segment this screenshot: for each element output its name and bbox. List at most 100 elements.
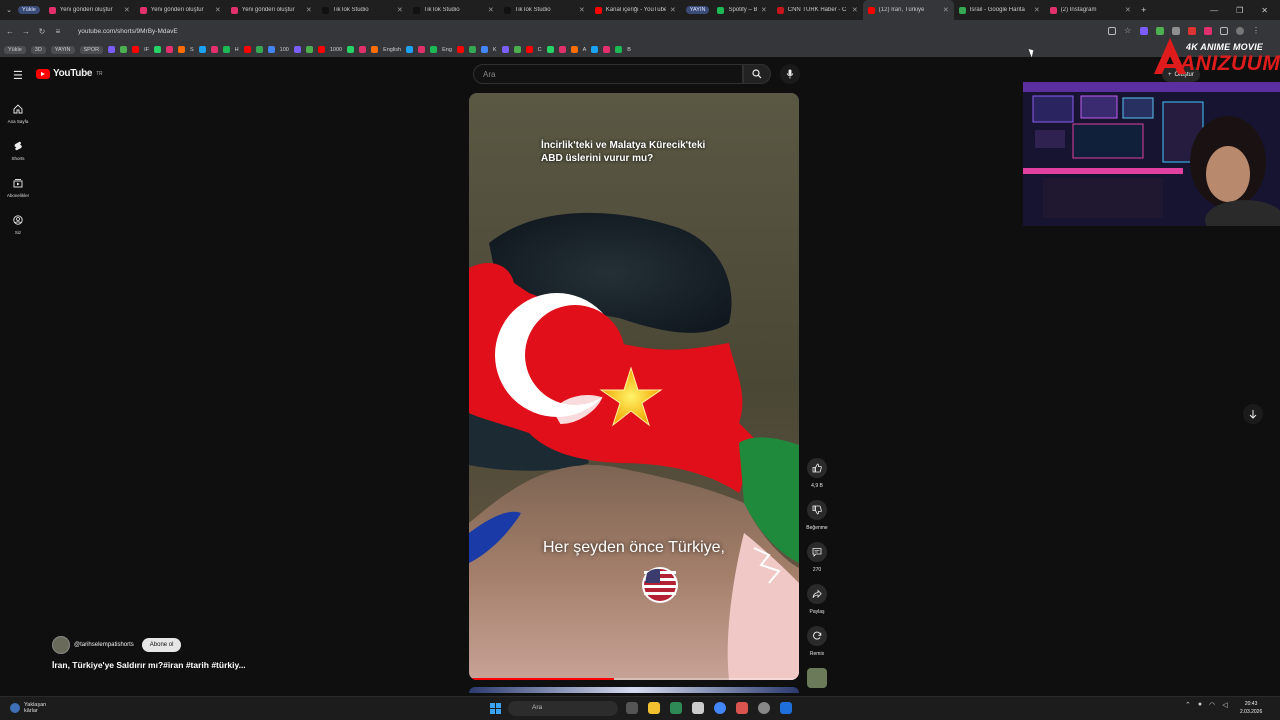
bookmark-item[interactable]: 100 xyxy=(280,47,289,53)
tab-group-pill[interactable]: YAYIN xyxy=(685,6,710,14)
tab-close-icon[interactable]: ✕ xyxy=(579,6,585,14)
taskbar-clock[interactable]: 20:43 2.03.2026 xyxy=(1240,700,1262,716)
guide-menu-icon[interactable]: ☰ xyxy=(13,69,23,82)
bookmark-item[interactable]: IF xyxy=(144,47,149,53)
bookmark-favicon-icon[interactable] xyxy=(546,46,554,53)
bookmark-favicon-icon[interactable] xyxy=(267,46,275,53)
bookmark-item[interactable]: K xyxy=(493,47,497,53)
remix-button[interactable]: Remix xyxy=(803,626,831,657)
bookmark-item[interactable]: A xyxy=(583,47,587,53)
tab-search-icon[interactable]: ⌄ xyxy=(0,0,18,20)
browser-tab[interactable]: Yeni gönderi oluştur ✕ xyxy=(226,0,317,20)
bookmark-item[interactable]: English xyxy=(383,47,401,53)
dislike-button[interactable]: Beğenme xyxy=(803,500,831,531)
bookmark-favicon-icon[interactable] xyxy=(418,46,426,53)
tab-close-icon[interactable]: ✕ xyxy=(1125,6,1131,14)
tab-close-icon[interactable]: ✕ xyxy=(761,6,767,14)
tab-close-icon[interactable]: ✕ xyxy=(670,6,676,14)
tab-group-pill[interactable]: Yükle xyxy=(18,6,40,14)
bookmark-item[interactable]: H xyxy=(235,47,239,53)
bookmark-favicon-icon[interactable] xyxy=(591,46,599,53)
bookmark-favicon-icon[interactable] xyxy=(513,46,521,53)
network-icon[interactable]: ◠ xyxy=(1209,701,1215,709)
sound-thumbnail[interactable] xyxy=(807,668,827,688)
task-view-icon[interactable] xyxy=(626,702,638,714)
bookmark-favicon-icon[interactable] xyxy=(255,46,263,53)
minimize-icon[interactable]: — xyxy=(1210,6,1218,15)
taskbar-search[interactable]: Ara xyxy=(508,701,618,716)
browser-tab[interactable]: TikTok Studio ✕ xyxy=(317,0,408,20)
bookmark-favicon-icon[interactable] xyxy=(293,46,301,53)
bookmark-favicon-icon[interactable] xyxy=(406,46,414,53)
browser-tab[interactable]: TikTok Studio ✕ xyxy=(408,0,499,20)
browser-tab[interactable]: YAYIN Spotify – Beğenilen ✕ xyxy=(681,0,772,20)
guide-item[interactable]: Abonelikler xyxy=(0,169,36,206)
bookmark-favicon-icon[interactable] xyxy=(210,46,218,53)
bookmark-favicon-icon[interactable] xyxy=(317,46,325,53)
guide-item[interactable]: Siz xyxy=(0,206,36,243)
browser-tab[interactable]: CNN TÜRK Haber - C ✕ xyxy=(772,0,863,20)
comments-button[interactable]: 270 xyxy=(803,542,831,573)
bookmark-item[interactable]: B xyxy=(627,47,631,53)
bookmark-favicon-icon[interactable] xyxy=(570,46,578,53)
weather-widget[interactable]: Yaklaşan kârlar xyxy=(10,702,46,714)
bookmark-favicon-icon[interactable] xyxy=(132,46,140,53)
like-button[interactable]: 4,9 B xyxy=(803,458,831,489)
bookmark-folder[interactable]: YAYIN xyxy=(50,45,75,54)
bookmark-favicon-icon[interactable] xyxy=(615,46,623,53)
bookmark-favicon-icon[interactable] xyxy=(430,46,438,53)
tab-close-icon[interactable]: ✕ xyxy=(306,6,312,14)
app-icon[interactable] xyxy=(780,702,792,714)
search-button[interactable] xyxy=(743,64,771,84)
bookmark-favicon-icon[interactable] xyxy=(153,46,161,53)
new-tab-button[interactable]: + xyxy=(1136,5,1152,15)
browser-tab[interactable]: İsrail - Google Harita ✕ xyxy=(954,0,1045,20)
tab-close-icon[interactable]: ✕ xyxy=(852,6,858,14)
bookmark-folder[interactable]: SPOR xyxy=(79,45,104,54)
guide-item[interactable]: Ana Sayfa xyxy=(0,95,36,132)
bookmark-favicon-icon[interactable] xyxy=(480,46,488,53)
back-icon[interactable]: ← xyxy=(4,27,16,36)
settings-gear-icon[interactable] xyxy=(758,702,770,714)
maximize-icon[interactable]: ❐ xyxy=(1236,6,1243,15)
browser-tab[interactable]: Yeni gönderi oluştur ✕ xyxy=(44,0,135,20)
bookmark-favicon-icon[interactable] xyxy=(468,46,476,53)
voice-search-button[interactable] xyxy=(780,64,800,84)
channel-handle[interactable]: @tarihselempatishorts xyxy=(74,642,134,648)
share-button[interactable]: Paylaş xyxy=(803,584,831,615)
bookmark-folder[interactable]: 3D xyxy=(30,45,46,54)
tray-chevron-icon[interactable]: ⌃ xyxy=(1185,701,1191,709)
tab-close-icon[interactable]: ✕ xyxy=(215,6,221,14)
url-field[interactable]: youtube.com/shorts/9MrBy-MdavE xyxy=(78,28,1108,35)
extension-icon[interactable] xyxy=(1140,27,1148,35)
forward-icon[interactable]: → xyxy=(20,27,32,36)
browser-tab[interactable]: (2) Instagram ✕ xyxy=(1045,0,1136,20)
bookmark-favicon-icon[interactable] xyxy=(165,46,173,53)
bookmark-favicon-icon[interactable] xyxy=(222,46,230,53)
close-window-icon[interactable]: ✕ xyxy=(1261,6,1268,15)
browser-tab[interactable]: TikTok Studio ✕ xyxy=(499,0,590,20)
youtube-logo[interactable]: YouTube TR xyxy=(36,68,103,79)
chrome-icon[interactable] xyxy=(714,702,726,714)
bookmark-favicon-icon[interactable] xyxy=(603,46,611,53)
app-icon[interactable] xyxy=(692,702,704,714)
windows-start-icon[interactable] xyxy=(490,703,501,714)
bookmark-item[interactable]: 1000 xyxy=(330,47,342,53)
volume-icon[interactable]: ◁ xyxy=(1222,701,1227,709)
subscribe-button[interactable]: Abone ol xyxy=(141,638,182,652)
bookmark-favicon-icon[interactable] xyxy=(525,46,533,53)
bookmark-favicon-icon[interactable] xyxy=(198,46,206,53)
bookmark-favicon-icon[interactable] xyxy=(120,46,128,53)
tab-close-icon[interactable]: ✕ xyxy=(1034,6,1040,14)
tab-close-icon[interactable]: ✕ xyxy=(124,6,130,14)
bookmark-favicon-icon[interactable] xyxy=(371,46,379,53)
shorts-player[interactable]: İncirlik'teki ve Malatya Kürecik'teki AB… xyxy=(469,93,799,680)
bookmark-favicon-icon[interactable] xyxy=(359,46,367,53)
bookmark-favicon-icon[interactable] xyxy=(558,46,566,53)
bookmark-favicon-icon[interactable] xyxy=(177,46,185,53)
site-info-icon[interactable]: ≡ xyxy=(52,27,64,36)
next-short-preview[interactable] xyxy=(469,687,799,693)
next-video-button[interactable] xyxy=(1243,404,1263,424)
bookmark-favicon-icon[interactable] xyxy=(501,46,509,53)
bookmark-favicon-icon[interactable] xyxy=(456,46,464,53)
